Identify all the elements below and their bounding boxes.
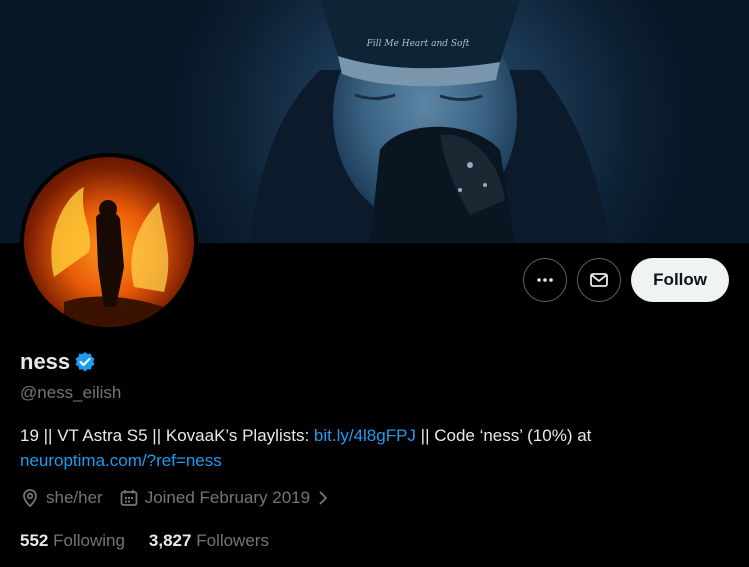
- pronouns-text: she/her: [46, 488, 103, 507]
- message-icon: [590, 273, 609, 287]
- follow-button[interactable]: Follow: [631, 258, 729, 302]
- profile-bio: 19 || VT Astra S5 || KovaaK’s Playlists:…: [20, 423, 720, 473]
- following-link[interactable]: 552 Following: [20, 531, 125, 551]
- verified-badge-icon[interactable]: [74, 351, 96, 373]
- joined-text: Joined February 2019: [144, 488, 311, 507]
- cap-lettering: Fill Me Heart and Soft: [366, 39, 470, 49]
- followers-label: Followers: [196, 531, 269, 550]
- profile-actions: Follow: [523, 258, 729, 302]
- bio-link-bitly[interactable]: bit.ly/4l8gFPJ: [314, 426, 416, 445]
- bio-text: 19 || VT Astra S5 || KovaaK’s Playlists:: [20, 426, 314, 445]
- joined-date[interactable]: Joined February 2019: [119, 488, 330, 508]
- profile-name-row: ness: [20, 349, 96, 375]
- chevron-right-icon: [319, 491, 328, 505]
- more-button[interactable]: [523, 258, 568, 302]
- bio-text: || Code ‘ness’ (10%) at: [415, 426, 592, 445]
- following-label: Following: [53, 531, 125, 550]
- calendar-icon: [120, 490, 138, 506]
- display-name: ness: [20, 349, 71, 374]
- pronouns: she/her: [20, 488, 103, 508]
- followers-count: 3,827: [148, 531, 192, 550]
- profile-handle: @ness_eilish: [20, 383, 122, 402]
- more-icon: [537, 278, 553, 282]
- bio-link-neuroptima[interactable]: neuroptima.com/?ref=ness: [20, 451, 222, 470]
- profile-avatar[interactable]: [20, 153, 198, 331]
- following-count: 552: [20, 531, 49, 550]
- location-icon: [23, 489, 37, 508]
- message-button[interactable]: [577, 258, 622, 302]
- follow-counts: 552 Following 3,827 Followers: [20, 531, 269, 551]
- followers-link[interactable]: 3,827 Followers: [149, 531, 269, 551]
- avatar-photo: [24, 157, 194, 327]
- profile-meta: she/her Joined February 2019: [20, 488, 330, 508]
